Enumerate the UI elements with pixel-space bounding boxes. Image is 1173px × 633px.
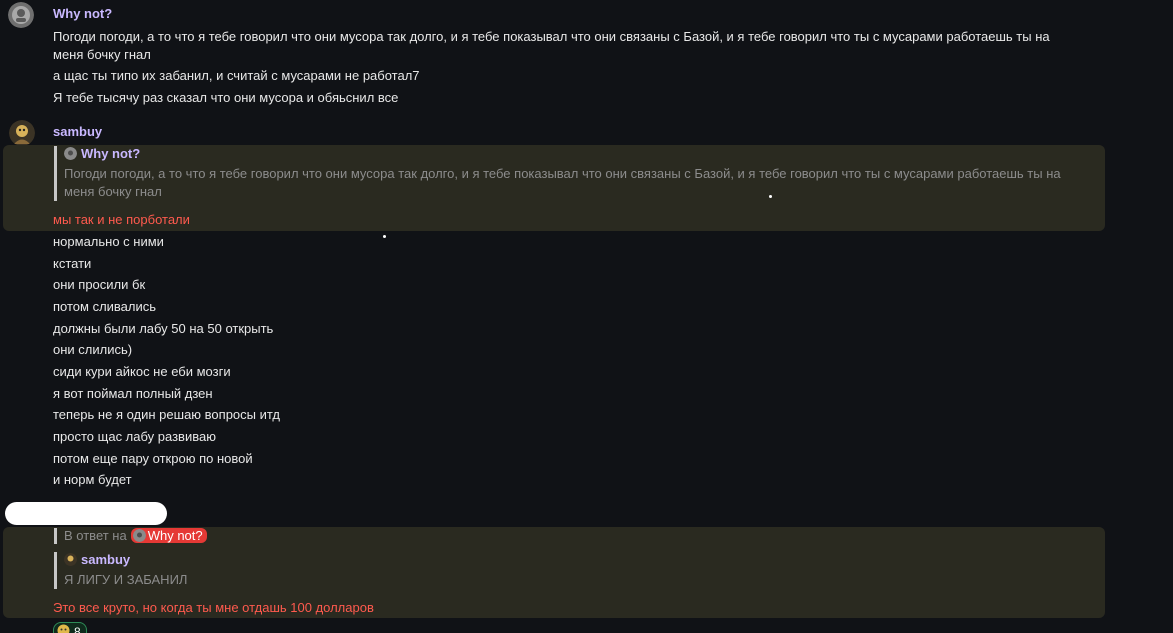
reaction-count: 8	[74, 625, 81, 633]
avatar-icon	[132, 529, 146, 542]
message-text: нормально с ними	[53, 234, 164, 249]
message-text: Я тебе тысячу раз сказал что они мусора …	[53, 90, 399, 105]
avatar-sambuy[interactable]	[9, 120, 35, 146]
mention-pill[interactable]: Why not?	[130, 528, 207, 543]
mention-name: Why not?	[147, 528, 203, 543]
reply-prefix: В ответ на	[64, 528, 127, 543]
quote-author: Why not?	[64, 146, 1074, 161]
message-text: они просили бк	[53, 277, 146, 292]
message-text: просто щас лабу развиваю	[53, 429, 216, 444]
cursor-dot	[383, 235, 386, 238]
message-text: я вот поймал полный дзен	[53, 386, 213, 401]
message-text: кстати	[53, 256, 92, 271]
quote-author: sambuy	[64, 552, 364, 567]
quote-author-name: sambuy	[81, 552, 131, 567]
reply-quote[interactable]: Why not? Погоди погоди, а то что я тебе …	[54, 146, 1074, 201]
avatar-whynot[interactable]	[8, 2, 34, 28]
redacted-author	[5, 502, 167, 525]
avatar-icon	[64, 553, 77, 566]
message-text: потом сливались	[53, 299, 157, 314]
message-text: а щас ты типо их забанил, и считай с мус…	[53, 68, 420, 83]
quote-author-name: Why not?	[81, 146, 141, 161]
message-text: сиди кури айкос не еби мозги	[53, 364, 231, 379]
reply-quote[interactable]: sambuy Я ЛИГУ И ЗАБАНИЛ	[54, 552, 364, 589]
message-text: потом еще пару открою по новой	[53, 451, 253, 466]
message-text: теперь не я один решаю вопросы итд	[53, 407, 280, 422]
emoji-icon	[57, 624, 70, 633]
highlighted-text: мы так и не порботали	[53, 212, 190, 227]
message-text: Погоди погоди, а то что я тебе говорил ч…	[53, 29, 1050, 62]
avatar-icon	[64, 147, 77, 160]
reply-label: В ответ на Why not?	[64, 528, 207, 543]
message-author[interactable]: Why not?	[53, 6, 112, 21]
message-text: должны были лабу 50 на 50 открыть	[53, 321, 274, 336]
cursor-dot	[769, 195, 772, 198]
reaction-button[interactable]: 8	[53, 622, 87, 633]
message-text: и норм будет	[53, 472, 132, 487]
reply-header[interactable]: В ответ на Why not?	[54, 528, 207, 544]
highlighted-text: Это все круто, но когда ты мне отдашь 10…	[53, 600, 374, 615]
quote-text: Я ЛИГУ И ЗАБАНИЛ	[64, 572, 188, 587]
message-text: они слились)	[53, 342, 133, 357]
quote-text: Погоди погоди, а то что я тебе говорил ч…	[64, 166, 1061, 199]
message-author[interactable]: sambuy	[53, 124, 102, 139]
